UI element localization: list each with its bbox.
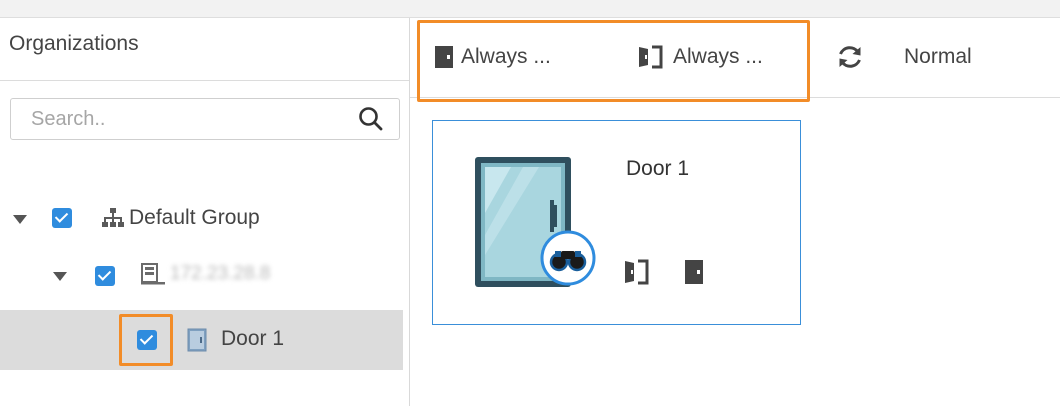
- tree-row-default-group[interactable]: Default Group: [0, 196, 403, 242]
- door-card-title: Door 1: [626, 157, 690, 180]
- normal-button[interactable]: Normal: [836, 40, 972, 74]
- expand-caret-icon[interactable]: [53, 272, 67, 281]
- refresh-icon: [839, 46, 861, 68]
- tree-label-device: 172.23.28.8: [170, 263, 271, 284]
- organizations-title: Organizations: [9, 32, 139, 55]
- tree-label-default-group: Default Group: [129, 206, 260, 229]
- checkbox-highlight: [119, 314, 173, 366]
- checkbox-default-group[interactable]: [52, 208, 72, 228]
- normal-label: Normal: [904, 45, 972, 68]
- search-box: [10, 98, 400, 140]
- door-closed-icon[interactable]: [683, 259, 705, 285]
- top-strip: [0, 0, 1060, 18]
- org-tree-icon: [102, 208, 124, 227]
- tree-row-door-1[interactable]: Door 1: [0, 310, 403, 370]
- toolbar-highlight: [417, 20, 810, 102]
- door-card[interactable]: Door 1: [432, 120, 801, 325]
- door-icon: [187, 328, 207, 352]
- panel-divider: [0, 80, 409, 81]
- device-icon: [141, 263, 165, 285]
- tree-label-door-1: Door 1: [221, 327, 285, 350]
- door-open-icon[interactable]: [623, 259, 653, 285]
- checkbox-device[interactable]: [95, 266, 115, 286]
- tree-row-device[interactable]: 172.23.28.8: [0, 251, 403, 297]
- search-icon[interactable]: [358, 106, 384, 132]
- search-input[interactable]: [31, 107, 331, 131]
- door-visual-icon: [475, 157, 596, 287]
- expand-caret-icon[interactable]: [13, 215, 27, 224]
